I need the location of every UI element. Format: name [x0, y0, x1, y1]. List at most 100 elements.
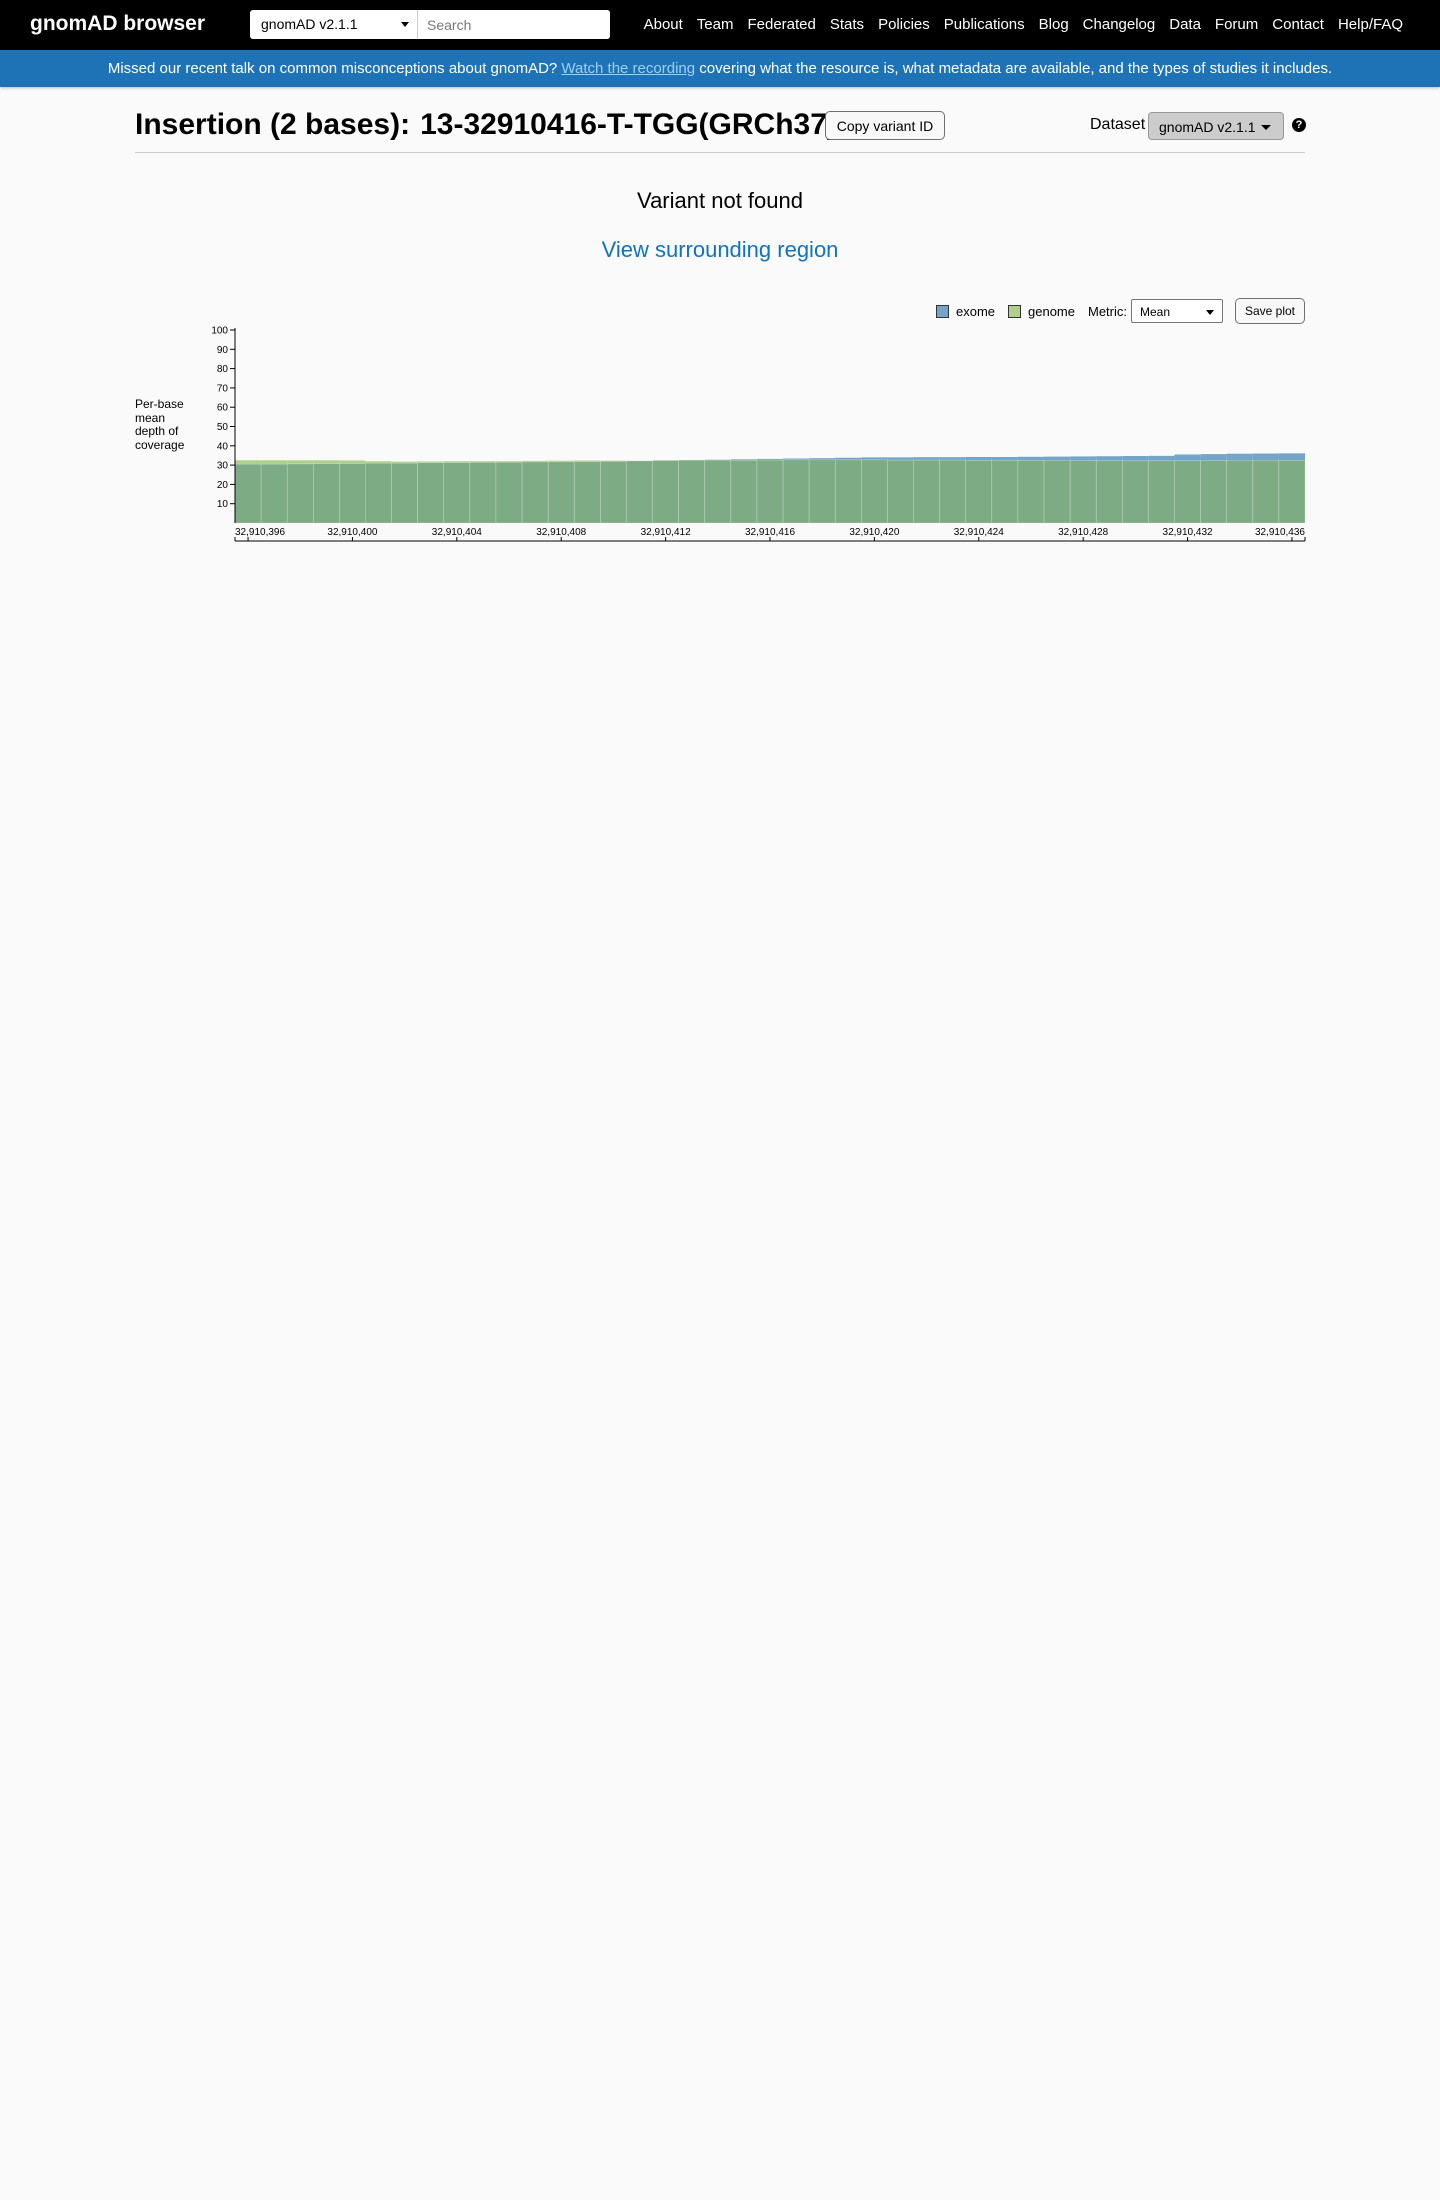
y-tick-label: 10 [217, 499, 229, 510]
x-tick-label: 32,910,404 [432, 527, 482, 538]
search-input[interactable] [418, 10, 610, 39]
x-tick-label: 32,910,420 [849, 527, 899, 538]
coverage-bar [469, 462, 497, 524]
coverage-bar-top [1278, 453, 1305, 461]
save-plot-button[interactable]: Save plot [1235, 298, 1305, 324]
copy-variant-id-button[interactable]: Copy variant ID [825, 111, 945, 140]
nav-policies[interactable]: Policies [878, 16, 930, 33]
coverage-bar [678, 459, 706, 524]
nav-forum[interactable]: Forum [1215, 16, 1258, 33]
x-tick-label: 32,910,400 [327, 527, 377, 538]
nav-stats[interactable]: Stats [830, 16, 864, 33]
coverage-bar-top [1070, 456, 1097, 461]
dataset-select[interactable]: gnomAD v2.1.1 [1148, 112, 1284, 140]
coverage-bar-top [1252, 453, 1279, 461]
y-tick-label: 100 [211, 326, 228, 337]
coverage-bar-top [1226, 453, 1253, 461]
nav-data[interactable]: Data [1169, 16, 1201, 33]
variant-not-found-message: Variant not found [637, 188, 803, 213]
search-dataset-value: gnomAD v2.1.1 [261, 16, 358, 32]
coverage-bar-top [1017, 456, 1045, 461]
help-icon[interactable]: ? [1292, 118, 1306, 132]
announcement-banner: Missed our recent talk on common misconc… [0, 50, 1440, 87]
y-tick-label: 30 [217, 461, 229, 472]
nav-contact[interactable]: Contact [1272, 16, 1324, 33]
coverage-bar [652, 460, 679, 524]
search-dataset-select[interactable]: gnomAD v2.1.1 [250, 10, 418, 39]
coverage-bar [730, 459, 758, 524]
coverage-bar [808, 459, 836, 524]
coverage-bar [704, 459, 732, 524]
nav-federated[interactable]: Federated [747, 16, 815, 33]
coverage-bar [1252, 460, 1280, 524]
page-title: Insertion (2 bases): 13-32910416-T-TGG(GR… [135, 108, 837, 142]
coverage-bar [495, 461, 523, 524]
y-tick-label: 50 [217, 422, 229, 433]
top-navbar: gnomAD browser gnomAD v2.1.1 About Team … [0, 0, 1440, 50]
legend-genome: genome [1008, 304, 1075, 319]
coverage-bar [339, 463, 366, 524]
coverage-bar [1200, 460, 1228, 524]
x-tick-label: 32,910,424 [954, 527, 1004, 538]
y-tick-label: 80 [217, 364, 229, 375]
coverage-bar [547, 461, 575, 524]
coverage-bar [417, 462, 445, 524]
dataset-label: Dataset [1090, 116, 1146, 133]
legend-swatch-exome [935, 304, 949, 318]
coverage-chart: 10 20 30 40 50 60 70 80 90 100 32,910,396 32,910,40… [211, 326, 1306, 542]
coverage-bar [887, 459, 914, 524]
chevron-down-icon [1206, 310, 1214, 315]
metric-value: Mean [1140, 305, 1171, 319]
coverage-controls: exome genome Metric: Mean Save plot [935, 298, 1305, 324]
coverage-bar [1017, 459, 1045, 524]
coverage-y-axis-label: Per-base mean depth of coverage [135, 397, 185, 452]
coverage-bar-top [913, 457, 940, 461]
legend-label-exome: exome [955, 303, 996, 319]
coverage-bar [991, 459, 1019, 524]
coverage-bar [834, 459, 862, 524]
coverage-bar [626, 460, 653, 524]
x-tick-label: 32,910,408 [536, 527, 586, 538]
gnomad-logo[interactable]: gnomAD browser [30, 12, 205, 36]
dataset-value: gnomAD v2.1.1 [1159, 119, 1256, 135]
coverage-bar [756, 459, 784, 524]
coverage-bar [365, 462, 392, 524]
coverage-bar-top [887, 457, 914, 461]
main-nav: About Team Federated Stats Policies Publ… [630, 16, 1403, 33]
banner-recording-link[interactable]: Watch the recording [561, 60, 695, 77]
nav-publications[interactable]: Publications [944, 16, 1025, 33]
nav-blog[interactable]: Blog [1039, 16, 1069, 33]
nav-changelog[interactable]: Changelog [1083, 16, 1156, 33]
nav-about[interactable]: About [644, 16, 683, 33]
variant-id: 13-32910416-T-TGG(GRCh37) [420, 108, 837, 141]
metric-label: Metric: [1088, 303, 1127, 319]
coverage-bar [965, 459, 993, 524]
coverage-bar [391, 462, 418, 524]
coverage-bar [443, 462, 471, 524]
coverage-bar-top [261, 460, 288, 465]
y-tick-label: 20 [217, 480, 229, 491]
coverage-bar [1174, 460, 1201, 524]
coverage-bar-top [1148, 455, 1175, 461]
nav-help-faq[interactable]: Help/FAQ [1338, 16, 1403, 33]
coverage-bar [286, 463, 314, 524]
coverage-bar [312, 463, 340, 524]
coverage-bar [1122, 460, 1149, 524]
y-tick-label: 60 [217, 403, 229, 414]
coverage-bar-top [235, 460, 262, 465]
y-tick-label: 90 [217, 345, 229, 356]
coverage-bar [861, 459, 888, 524]
nav-team[interactable]: Team [697, 16, 734, 33]
coverage-bar-top [991, 456, 1018, 461]
coverage-bar-top [965, 456, 992, 461]
view-surrounding-region-link[interactable]: View surrounding region [0, 237, 1440, 263]
coverage-bar [1148, 460, 1175, 524]
y-tick-label: 40 [217, 441, 229, 452]
coverage-bar [1095, 460, 1123, 524]
legend-label-genome: genome [1028, 303, 1075, 319]
coverage-bar-top [835, 457, 862, 460]
coverage-bar [234, 463, 262, 524]
coverage-bar [1043, 460, 1071, 524]
metric-select[interactable]: Mean [1131, 299, 1223, 323]
coverage-bar-top [339, 460, 366, 464]
